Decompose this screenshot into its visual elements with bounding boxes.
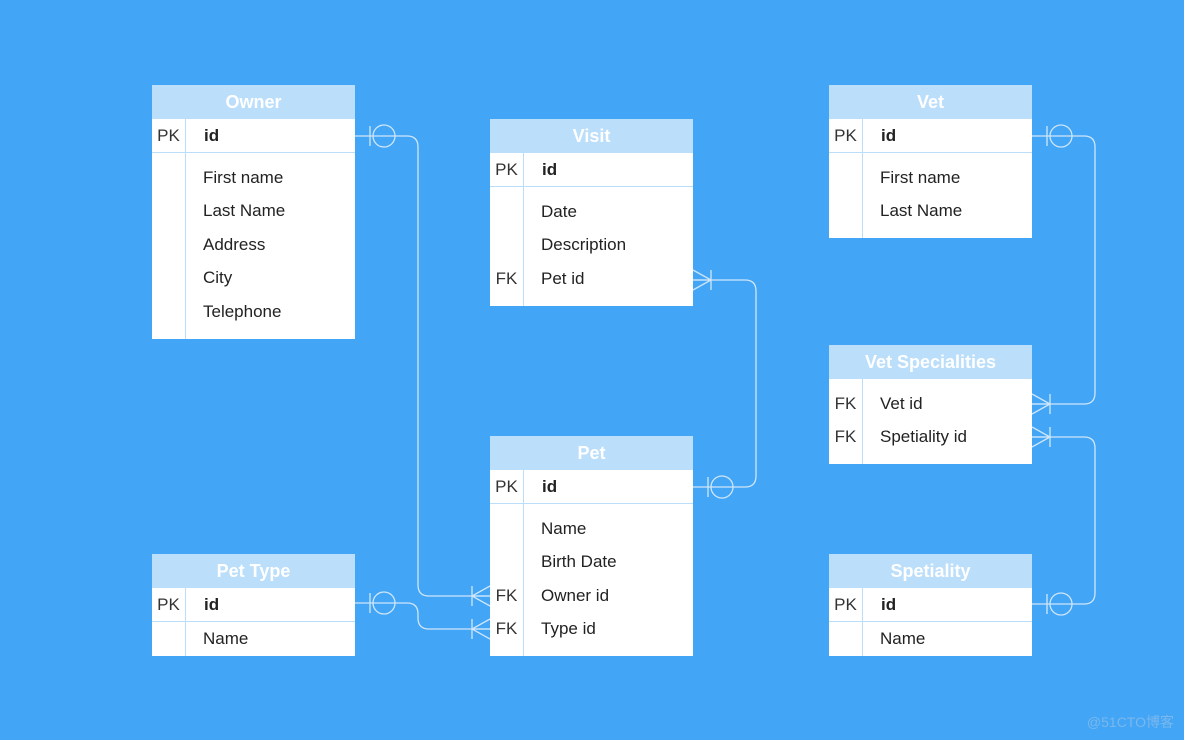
- field-row: Birth Date: [490, 546, 693, 580]
- fields: Name: [152, 622, 355, 656]
- key-label: PK: [490, 470, 524, 503]
- field-row: Name: [152, 622, 355, 656]
- key-label: [490, 512, 523, 546]
- key-label: FK: [495, 619, 518, 639]
- table-title: Spetiality: [829, 554, 1032, 588]
- field-row: Last Name: [152, 195, 355, 229]
- field-name: Birth Date: [541, 552, 617, 572]
- link-owner-pet: [355, 135, 490, 597]
- field-name: Owner id: [541, 585, 610, 605]
- field-row: FK Pet id: [490, 262, 693, 296]
- table-title: Visit: [490, 119, 693, 153]
- watermark: @51CTO博客: [1086, 714, 1174, 730]
- key-label: [152, 195, 185, 229]
- field-row: Last Name: [829, 195, 1032, 229]
- key-label: [829, 622, 862, 656]
- field-name: Name: [541, 518, 587, 538]
- field-name: Address: [203, 234, 266, 254]
- key-label: PK: [152, 588, 186, 621]
- field-name: Last Name: [203, 201, 286, 221]
- key-label: [152, 161, 185, 195]
- link-vet-vetspec: [1032, 135, 1096, 405]
- field-name: Pet id: [541, 268, 585, 288]
- fields: Date Description FK Pet id: [490, 187, 693, 306]
- key-label: FK: [834, 427, 857, 447]
- field-name: id: [542, 159, 558, 179]
- fields: First name Last Name Address City Telephone: [152, 153, 355, 339]
- field-row: Date: [490, 195, 693, 229]
- field-name: id: [204, 594, 220, 614]
- field-name: Spetiality id: [880, 427, 967, 447]
- key-label: PK: [829, 119, 863, 152]
- field-row: Telephone: [152, 295, 355, 329]
- table-title: Owner: [152, 85, 355, 119]
- field-name: Vet id: [880, 393, 923, 413]
- link-pettype-pet: [355, 602, 490, 630]
- key-label: [152, 622, 185, 656]
- field-name: Name: [880, 628, 926, 648]
- primary-key-row: PK id: [490, 153, 693, 187]
- field-name: Description: [541, 235, 627, 255]
- field-row: First name: [829, 161, 1032, 195]
- key-label: FK: [834, 393, 857, 413]
- primary-key-row: PK id: [829, 119, 1032, 153]
- field-row: First name: [152, 161, 355, 195]
- primary-key-row: PK id: [829, 588, 1032, 622]
- field-name: First name: [203, 167, 284, 187]
- key-label: PK: [152, 119, 186, 152]
- field-name: Name: [203, 628, 249, 648]
- key-label: [829, 195, 862, 229]
- link-pet-visit: [693, 279, 757, 488]
- table-visit: Visit PK id Date Description FK Pet id: [490, 119, 693, 306]
- key-label: FK: [495, 585, 518, 605]
- field-row: FK Type id: [490, 613, 693, 647]
- field-row: FK Owner id: [490, 579, 693, 613]
- field-name: Type id: [541, 619, 596, 639]
- table-title: Pet Type: [152, 554, 355, 588]
- link-spec-vetspec: [1032, 436, 1096, 605]
- field-row: Description: [490, 229, 693, 263]
- key-label: [490, 229, 523, 263]
- primary-key-row: PK id: [152, 119, 355, 153]
- field-name: id: [881, 125, 897, 145]
- primary-key-row: PK id: [490, 470, 693, 504]
- table-title: Vet: [829, 85, 1032, 119]
- key-label: FK: [495, 268, 518, 288]
- key-label: [490, 546, 523, 580]
- key-label: [490, 195, 523, 229]
- primary-key-row: PK id: [152, 588, 355, 622]
- field-row: FK Spetiality id: [829, 421, 1032, 455]
- field-row: City: [152, 262, 355, 296]
- field-name: Telephone: [203, 301, 282, 321]
- field-name: Last Name: [880, 201, 963, 221]
- key-label: [829, 161, 862, 195]
- field-name: First name: [880, 167, 961, 187]
- table-vetspec: Vet Specialities FK Vet id FK Spetiality id: [829, 345, 1032, 464]
- table-title: Pet: [490, 436, 693, 470]
- key-label: PK: [490, 153, 524, 186]
- key-label: [152, 295, 185, 329]
- field-row: Name: [490, 512, 693, 546]
- field-name: Date: [541, 201, 577, 221]
- fields: First name Last Name: [829, 153, 1032, 238]
- table-speciality: Spetiality PK id Name: [829, 554, 1032, 656]
- table-vet: Vet PK id First name Last Name: [829, 85, 1032, 238]
- field-name: City: [203, 268, 233, 288]
- field-name: id: [204, 125, 220, 145]
- key-label: [152, 228, 185, 262]
- field-name: id: [881, 594, 897, 614]
- field-row: Name: [829, 622, 1032, 656]
- table-title: Vet Specialities: [829, 345, 1032, 379]
- table-pet: Pet PK id Name Birth Date FK Owner id FK Type id: [490, 436, 693, 656]
- key-label: [152, 262, 185, 296]
- fields: Name: [829, 622, 1032, 656]
- table-owner: Owner PK id First name Last Name Address City T…: [152, 85, 355, 339]
- key-label: PK: [829, 588, 863, 621]
- field-row: Address: [152, 228, 355, 262]
- fields: Name Birth Date FK Owner id FK Type id: [490, 504, 693, 656]
- field-name: id: [542, 476, 558, 496]
- field-row: FK Vet id: [829, 387, 1032, 421]
- fields: FK Vet id FK Spetiality id: [829, 379, 1032, 464]
- table-pettype: Pet Type PK id Name: [152, 554, 355, 656]
